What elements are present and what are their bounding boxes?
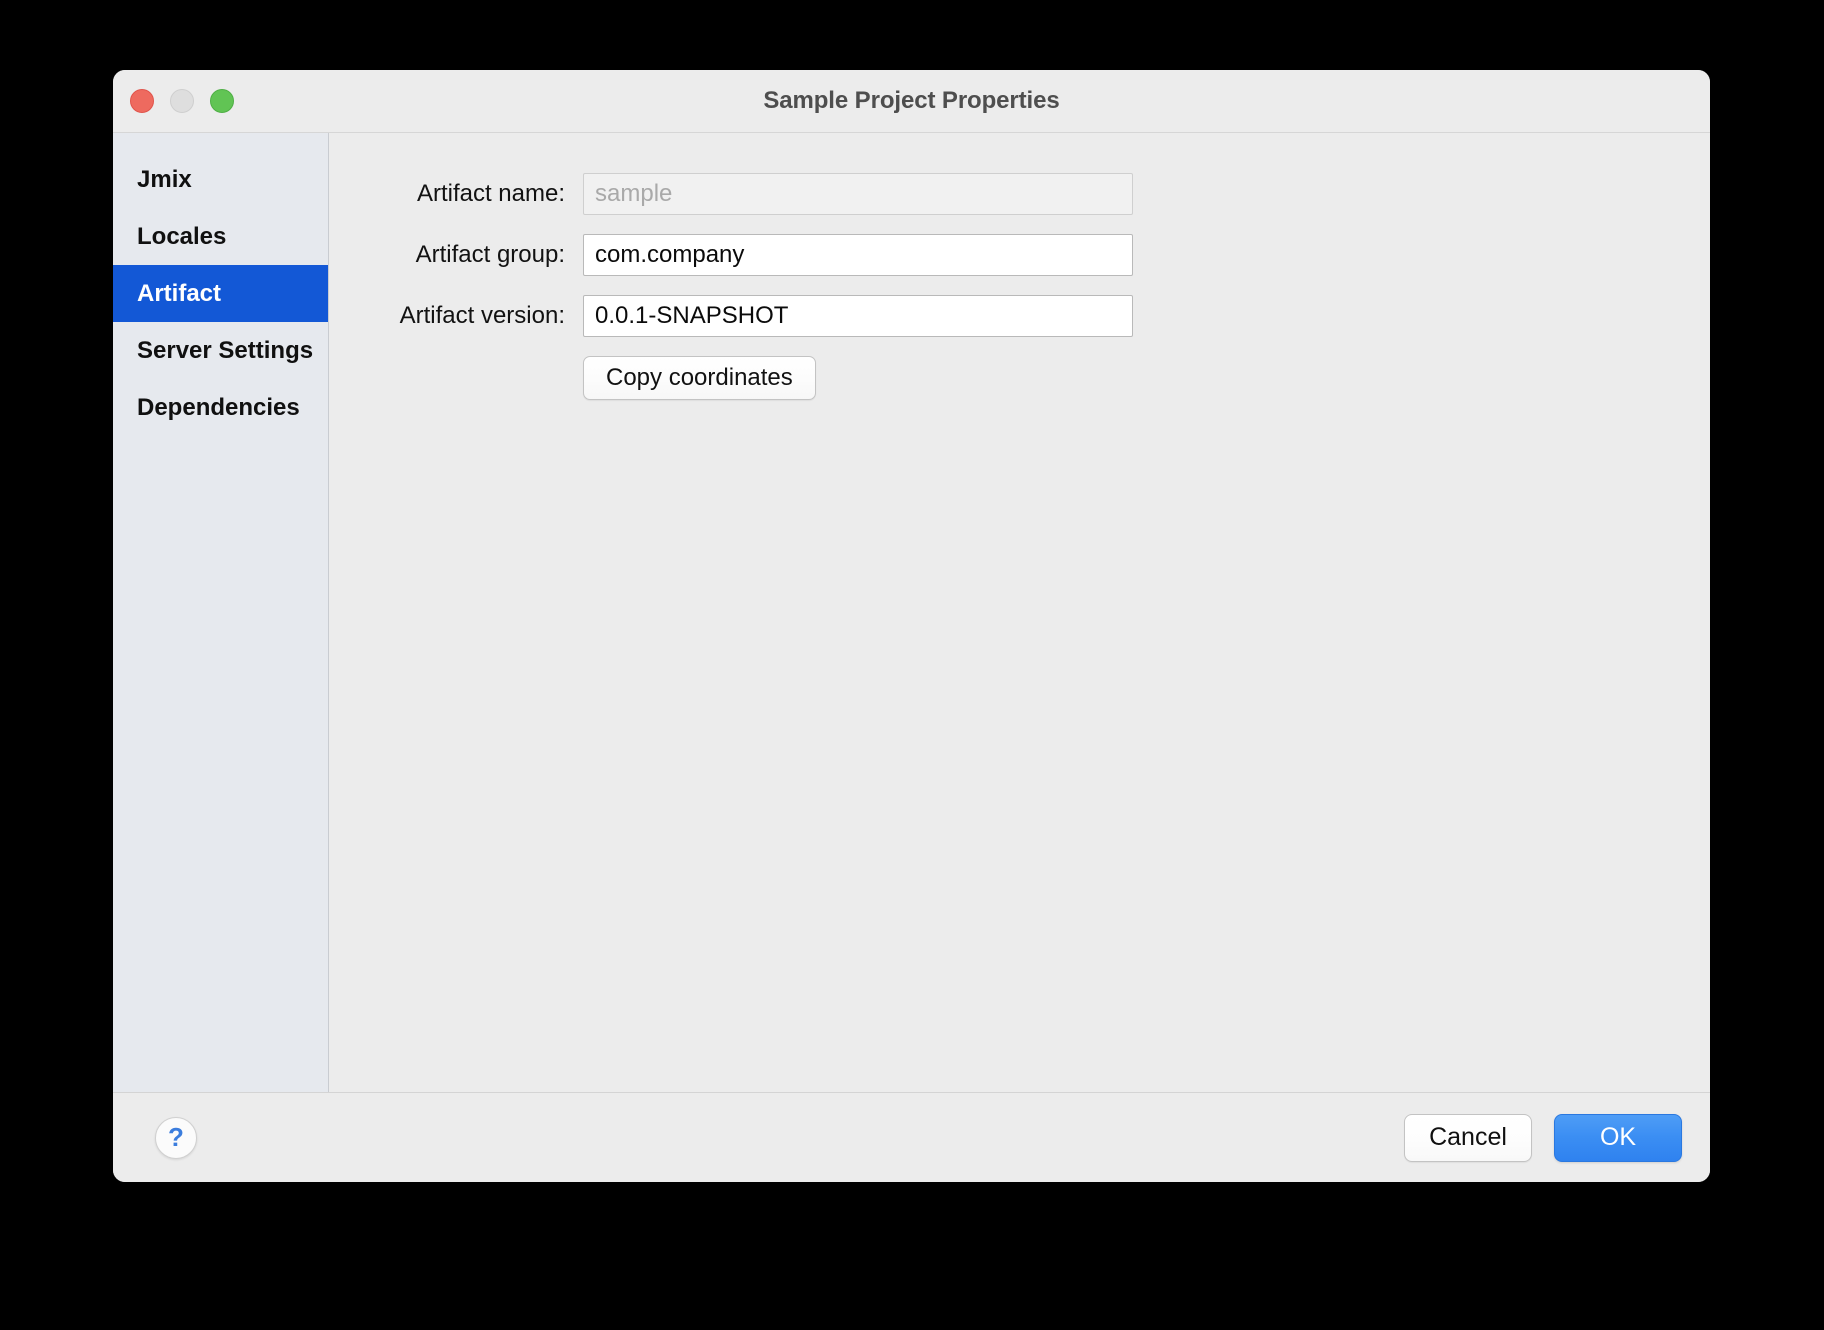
artifact-group-row: Artifact group: (369, 234, 1710, 276)
traffic-light-group (130, 89, 234, 113)
settings-content-panel: Artifact name: Artifact group: Artifact … (329, 133, 1710, 1092)
artifact-group-label: Artifact group: (415, 241, 565, 268)
copy-coordinates-button[interactable]: Copy coordinates (583, 356, 816, 400)
ok-button[interactable]: OK (1554, 1113, 1682, 1162)
artifact-name-input[interactable] (583, 173, 1133, 215)
sidebar-item-locales[interactable]: Locales (113, 208, 328, 265)
dialog-body: Jmix Locales Artifact Server Settings De… (113, 132, 1710, 1092)
sidebar-item-server-settings[interactable]: Server Settings (113, 322, 328, 379)
close-window-button[interactable] (130, 89, 154, 113)
sidebar-item-label: Locales (137, 222, 227, 250)
sidebar-item-label: Jmix (137, 165, 192, 193)
copy-coordinates-row: Copy coordinates (369, 356, 1710, 400)
window-titlebar: Sample Project Properties (113, 70, 1710, 132)
artifact-version-row: Artifact version: (369, 295, 1710, 337)
sidebar-item-dependencies[interactable]: Dependencies (113, 379, 328, 436)
artifact-group-input[interactable] (583, 234, 1133, 276)
dialog-footer: ? Cancel OK (113, 1092, 1710, 1182)
sidebar-item-label: Dependencies (137, 393, 300, 421)
screen: Sample Project Properties Jmix Locales A… (0, 0, 1824, 1330)
sidebar-item-artifact[interactable]: Artifact (113, 265, 328, 322)
artifact-name-label: Artifact name: (416, 180, 565, 207)
properties-dialog-window: Sample Project Properties Jmix Locales A… (113, 70, 1710, 1182)
sidebar-item-jmix[interactable]: Jmix (113, 151, 328, 208)
cancel-button[interactable]: Cancel (1404, 1113, 1532, 1162)
artifact-form: Artifact name: Artifact group: Artifact … (329, 173, 1710, 400)
settings-sidebar: Jmix Locales Artifact Server Settings De… (113, 133, 329, 1092)
sidebar-item-label: Artifact (137, 279, 222, 307)
sidebar-item-label: Server Settings (137, 336, 314, 364)
minimize-window-button[interactable] (170, 89, 194, 113)
artifact-name-row: Artifact name: (369, 173, 1710, 215)
form-label-spacer (369, 356, 583, 400)
maximize-window-button[interactable] (210, 89, 234, 113)
window-title: Sample Project Properties (763, 87, 1060, 114)
artifact-version-input[interactable] (583, 295, 1133, 337)
artifact-version-label: Artifact version: (399, 302, 565, 329)
help-icon[interactable]: ? (155, 1116, 197, 1159)
